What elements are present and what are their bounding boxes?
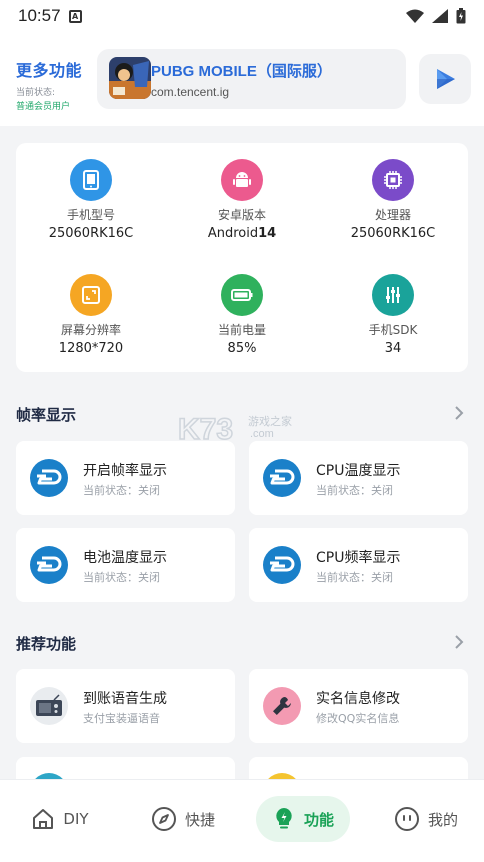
info-value: 85% <box>227 341 257 356</box>
tile-subtitle: 支付宝装逼语音 <box>83 712 160 725</box>
wifi-icon <box>406 9 424 23</box>
tile-cpu-temp[interactable]: CPU温度显示 当前状态：关闭 <box>249 441 468 515</box>
tile-subtitle: 当前状态：关闭 <box>316 484 393 497</box>
status-bar: 10:57 A <box>0 0 484 32</box>
tile-title: 开启帧率显示 <box>83 463 167 479</box>
home-icon <box>33 809 54 829</box>
tile-subtitle: 当前状态：关闭 <box>316 571 393 584</box>
app-name: PUBG MOBILE（国际服） <box>151 63 332 80</box>
tile-title: CPU频率显示 <box>316 550 401 566</box>
info-sdk: 手机SDK 34 <box>318 274 468 356</box>
battery-icon <box>221 274 263 316</box>
info-resolution: 屏幕分辨率 1280*720 <box>16 274 166 356</box>
chevron-right-icon[interactable] <box>452 405 466 421</box>
info-label: 当前电量 <box>217 323 266 337</box>
play-icon <box>437 69 455 89</box>
nav-shortcut[interactable]: 快捷 <box>138 796 228 842</box>
tile-title: 到账语音生成 <box>83 691 167 707</box>
nav-label: 快捷 <box>184 810 215 829</box>
launch-button[interactable] <box>419 54 471 104</box>
face-icon <box>394 807 419 831</box>
dash-icon <box>263 459 301 497</box>
app-package: com.tencent.ig <box>151 85 230 99</box>
info-label: 屏幕分辨率 <box>60 323 121 337</box>
section-title-frame-rate: 帧率显示 <box>16 406 77 424</box>
wrench-icon <box>263 687 301 725</box>
info-phone-model: 手机型号 25060RK16C <box>16 159 166 241</box>
compass-icon <box>151 807 176 831</box>
nav-label: 我的 <box>427 810 458 829</box>
info-battery: 当前电量 85% <box>167 274 317 356</box>
tile-payment-voice[interactable]: 到账语音生成 支付宝装逼语音 <box>16 669 235 743</box>
info-label: 处理器 <box>374 208 411 222</box>
signal-icon <box>432 9 448 23</box>
dash-icon <box>263 546 301 584</box>
tile-fps-display[interactable]: 开启帧率显示 当前状态：关闭 <box>16 441 235 515</box>
cpu-icon <box>372 159 414 201</box>
info-processor: 处理器 25060RK16C <box>318 159 468 241</box>
radio-icon <box>30 687 68 725</box>
info-value: 25060RK16C <box>48 226 134 241</box>
tile-partial[interactable] <box>249 757 468 779</box>
tile-title: 实名信息修改 <box>316 691 400 707</box>
tile-realname-edit[interactable]: 实名信息修改 修改QQ实名信息 <box>249 669 468 743</box>
membership-status-value: 普通会员用户 <box>16 102 71 112</box>
tile-subtitle: 当前状态：关闭 <box>83 571 160 584</box>
android-number: 14 <box>258 226 277 241</box>
section-title-recommended: 推荐功能 <box>16 635 77 653</box>
screen-icon <box>70 274 112 316</box>
tile-battery-temp[interactable]: 电池温度显示 当前状态：关闭 <box>16 528 235 602</box>
info-value: Android14 <box>167 226 317 241</box>
android-icon <box>221 159 263 201</box>
watermark-sub: .com <box>250 428 274 440</box>
info-value: 25060RK16C <box>350 226 436 241</box>
tile-subtitle: 修改QQ实名信息 <box>316 712 400 725</box>
brand: 更多功能 当前状态: 普通会员用户 <box>16 57 82 112</box>
info-android-version: 安卓版本 Android14 <box>167 159 317 241</box>
app-icon <box>109 57 151 99</box>
tile-title: 电池温度显示 <box>83 550 167 566</box>
selected-app[interactable]: PUBG MOBILE（国际服） com.tencent.ig <box>97 49 406 109</box>
chevron-right-icon[interactable] <box>452 634 466 650</box>
nav-profile[interactable]: 我的 <box>384 796 468 842</box>
info-label: 手机型号 <box>66 208 115 222</box>
battery-status-icon <box>456 8 466 24</box>
sliders-icon <box>372 274 414 316</box>
nav-diy[interactable]: DIY <box>20 796 100 842</box>
info-label: 手机SDK <box>368 323 418 337</box>
android-prefix: Android <box>207 226 259 241</box>
nav-label: 功能 <box>303 810 334 829</box>
watermark-text: 游戏之家 <box>248 415 292 428</box>
membership-status-label: 当前状态: <box>16 88 56 98</box>
tile-title: CPU温度显示 <box>316 463 401 479</box>
bottom-nav: DIY 快捷 功能 我的 <box>0 779 484 862</box>
dash-icon <box>30 546 68 584</box>
nav-label: DIY <box>63 810 89 828</box>
page-title: 更多功能 <box>16 61 83 80</box>
tile-cpu-frequency[interactable]: CPU频率显示 当前状态：关闭 <box>249 528 468 602</box>
dash-icon <box>30 459 68 497</box>
info-value: 1280*720 <box>58 341 124 356</box>
nav-features[interactable]: 功能 <box>256 796 350 842</box>
bulb-icon <box>276 808 292 829</box>
status-icons <box>406 8 466 24</box>
info-value: 34 <box>384 341 402 356</box>
status-time: 10:57 <box>18 6 61 25</box>
device-info-card: 手机型号 25060RK16C 安卓版本 Android14 处理器 25060… <box>16 143 468 372</box>
tile-subtitle: 当前状态：关闭 <box>83 484 160 497</box>
tile-partial[interactable] <box>16 757 235 779</box>
notification-icon: A <box>68 9 82 23</box>
header: 更多功能 当前状态: 普通会员用户 PUBG MOBILE（国际服） com.t… <box>0 32 484 126</box>
tablet-icon <box>70 159 112 201</box>
info-label: 安卓版本 <box>217 208 266 222</box>
